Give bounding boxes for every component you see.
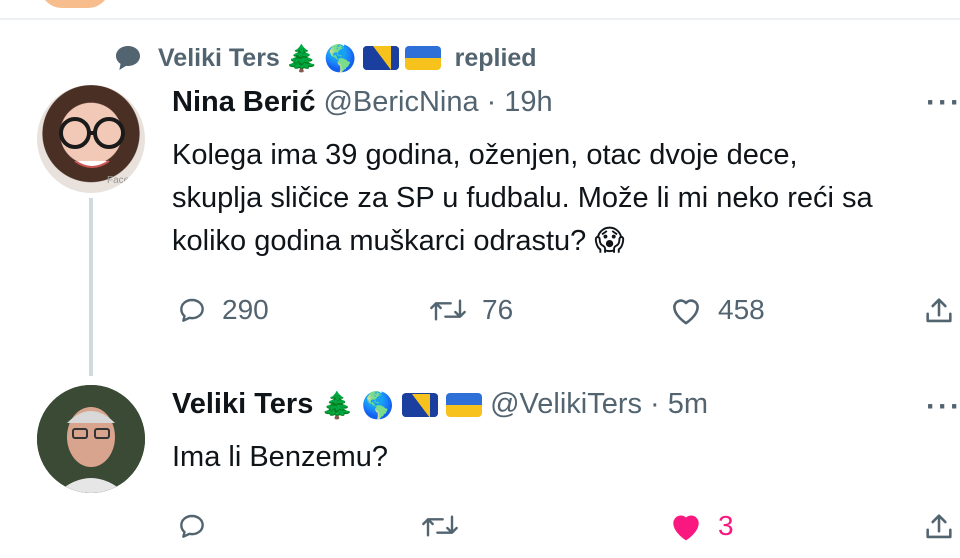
tree-emoji: 🌲 — [285, 43, 319, 73]
author-name[interactable]: Veliki Ters — [172, 388, 313, 421]
reply-button[interactable] — [176, 510, 208, 542]
speech-bubble-icon — [116, 46, 140, 70]
share-icon — [926, 298, 952, 323]
heart-icon — [673, 299, 699, 325]
retweet-button[interactable] — [420, 510, 460, 542]
separator-dot: · — [650, 388, 660, 420]
thread-connector-line — [89, 198, 93, 376]
glasses-icon: Face — [59, 117, 130, 186]
heart-filled-icon — [673, 515, 699, 541]
author-name[interactable]: Nina Berić — [172, 86, 315, 119]
ukraine-flag-icon — [446, 392, 483, 417]
like-count: 458 — [718, 294, 765, 325]
tweet-timestamp[interactable]: 19h — [504, 86, 552, 119]
tweet1-actions: 290 76 458 — [0, 294, 960, 334]
tweet1-text: Kolega ima 39 godina, oženjen, otac dvoj… — [172, 139, 873, 257]
reply-count: 290 — [222, 294, 269, 325]
tweet2-actions: 3 — [0, 510, 960, 550]
share-button[interactable] — [922, 294, 956, 328]
tree-emoji: 🌲 — [321, 389, 354, 420]
ukraine-flag-icon — [404, 46, 441, 70]
retweet-count: 76 — [482, 294, 514, 325]
like-button[interactable]: 3 — [668, 510, 734, 542]
reply-icon — [180, 298, 204, 322]
globe-emoji: 🌎 — [361, 389, 395, 420]
social-context-row: Veliki Ters 🌲 🌎 replied — [112, 38, 537, 78]
more-options-icon[interactable]: ··· — [926, 86, 960, 120]
retweet-icon — [430, 299, 466, 321]
divider — [0, 18, 960, 20]
man-portrait-icon — [37, 385, 145, 493]
avatar-nina[interactable]: Face — [37, 85, 145, 193]
tweet2-text: Ima li Benzemu? — [172, 441, 388, 473]
avatar-veliki-ters[interactable] — [37, 385, 145, 493]
retweet-button[interactable]: 76 — [428, 294, 513, 326]
like-count: 3 — [718, 510, 734, 541]
globe-emoji: 🌎 — [324, 43, 357, 73]
svg-text:Face: Face — [107, 175, 130, 186]
retweet-icon — [422, 515, 458, 537]
tweet1-header: Nina Berić @BericNina · 19h — [172, 86, 553, 119]
top-cropped-avatar — [40, 0, 110, 8]
context-author-name[interactable]: Veliki Ters — [158, 44, 280, 73]
more-options-icon[interactable]: ··· — [926, 390, 960, 424]
tweet2-header: Veliki Ters 🌲 🌎 @VelikiTers · 5m — [172, 388, 708, 421]
share-button[interactable] — [922, 510, 956, 544]
share-icon — [926, 514, 952, 539]
author-handle[interactable]: @BericNina — [323, 86, 478, 119]
separator-dot: · — [486, 86, 497, 118]
author-handle[interactable]: @VelikiTers — [490, 388, 642, 421]
replied-label: replied — [454, 43, 537, 72]
bosnia-flag-icon — [402, 392, 439, 417]
reply-button[interactable]: 290 — [176, 294, 269, 326]
like-button[interactable]: 458 — [668, 294, 765, 326]
reply-icon — [180, 514, 204, 538]
bosnia-flag-icon — [362, 46, 399, 70]
tweet-timestamp[interactable]: 5m — [668, 388, 708, 421]
